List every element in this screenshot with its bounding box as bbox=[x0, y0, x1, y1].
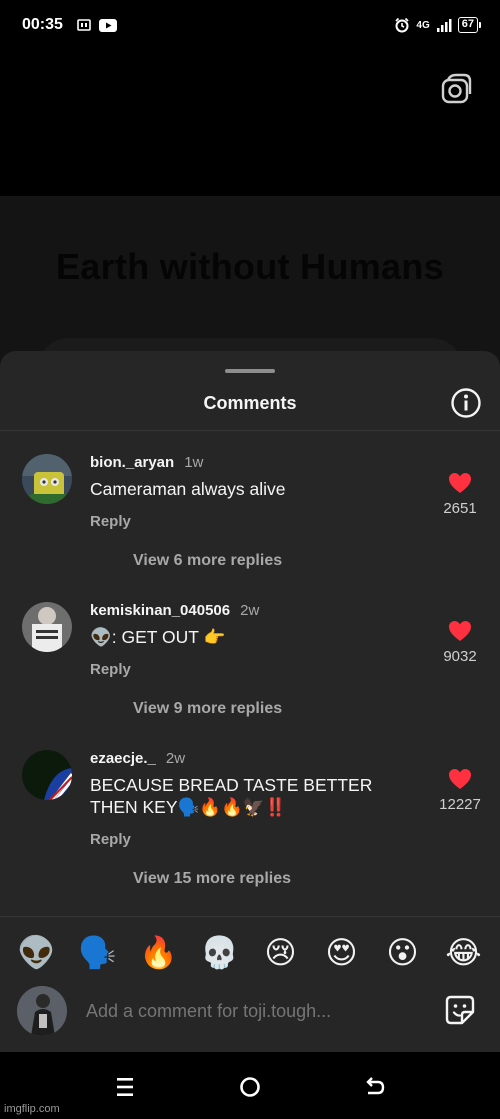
comments-sheet: Comments bion._aryan 1w Cameraman always … bbox=[0, 351, 500, 1119]
emoji-divider bbox=[0, 916, 500, 917]
alarm-icon bbox=[395, 17, 410, 33]
comment-input-row bbox=[0, 983, 500, 1043]
emoji-heart-eyes[interactable]: 😍 bbox=[317, 933, 367, 973]
home-circle-icon[interactable] bbox=[235, 1072, 265, 1102]
info-icon[interactable] bbox=[450, 387, 482, 419]
my-avatar bbox=[17, 986, 67, 1036]
header-divider bbox=[0, 430, 500, 431]
sim-notification-icon bbox=[77, 19, 91, 31]
comment-time: 2w bbox=[165, 750, 186, 767]
sheet-drag-handle[interactable] bbox=[225, 369, 275, 373]
like-count: 12227 bbox=[439, 796, 481, 813]
like-group: 12227 bbox=[420, 768, 500, 813]
sticker-icon[interactable] bbox=[443, 993, 477, 1027]
comment-username[interactable]: ezaecje._ bbox=[90, 750, 156, 767]
back-arrow-icon[interactable] bbox=[360, 1072, 390, 1102]
view-replies-button[interactable]: View 6 more replies bbox=[133, 552, 282, 570]
comment-text: Cameraman always alive bbox=[90, 479, 286, 499]
view-replies-button[interactable]: View 15 more replies bbox=[133, 870, 291, 888]
avatar[interactable] bbox=[22, 750, 72, 800]
emoji-laughing[interactable]: 😂 bbox=[439, 933, 489, 973]
emoji-speaking-head[interactable]: 🗣️ bbox=[73, 933, 123, 973]
emoji-fire[interactable]: 🔥 bbox=[134, 933, 184, 973]
avatar[interactable] bbox=[22, 602, 72, 652]
comment-input[interactable] bbox=[86, 997, 416, 1025]
reply-button[interactable]: Reply bbox=[90, 661, 131, 678]
status-time: 00:35 bbox=[22, 16, 63, 33]
comment-text: BECAUSE BREAD TASTE BETTER THEN KEY🗣️🔥🔥🦅… bbox=[90, 775, 373, 817]
emoji-skull[interactable]: 💀 bbox=[195, 933, 245, 973]
youtube-icon bbox=[98, 18, 117, 32]
comment-time: 1w bbox=[184, 454, 204, 471]
signal-icon bbox=[436, 19, 452, 32]
heart-icon[interactable] bbox=[448, 768, 472, 790]
status-bar: 00:35 4G 67 bbox=[0, 0, 500, 50]
sheet-title: Comments bbox=[203, 393, 297, 413]
like-group: 2651 bbox=[420, 472, 500, 517]
comment-time: 2w bbox=[240, 602, 260, 619]
comment-text: 👽: GET OUT 👉 bbox=[90, 627, 226, 647]
emoji-alien[interactable]: 👽 bbox=[12, 933, 62, 973]
reply-button[interactable]: Reply bbox=[90, 831, 131, 848]
emoji-surprised[interactable]: 😮 bbox=[378, 933, 428, 973]
recents-menu-icon[interactable] bbox=[110, 1072, 140, 1102]
comment-username[interactable]: bion._aryan bbox=[90, 454, 174, 471]
emoji-crying[interactable]: 😢 bbox=[256, 933, 306, 973]
comment-username[interactable]: kemiskinan_040506 bbox=[90, 602, 230, 619]
emoji-reaction-bar: 👽 🗣️ 🔥 💀 😢 😍 😮 😂 bbox=[0, 931, 500, 975]
camera-icon[interactable] bbox=[436, 70, 476, 110]
reply-button[interactable]: Reply bbox=[90, 513, 131, 530]
video-title: Earth without Humans bbox=[55, 246, 444, 287]
heart-icon[interactable] bbox=[448, 620, 472, 642]
heart-icon[interactable] bbox=[448, 472, 472, 494]
navigation-bar bbox=[0, 1052, 500, 1119]
view-replies-button[interactable]: View 9 more replies bbox=[133, 700, 282, 718]
like-group: 9032 bbox=[420, 620, 500, 665]
avatar[interactable] bbox=[22, 454, 72, 504]
battery-indicator: 67 bbox=[457, 17, 482, 33]
watermark: imgflip.com bbox=[4, 1103, 60, 1115]
like-count: 2651 bbox=[443, 500, 477, 517]
like-count: 9032 bbox=[443, 648, 477, 665]
network-type: 4G bbox=[416, 19, 430, 31]
